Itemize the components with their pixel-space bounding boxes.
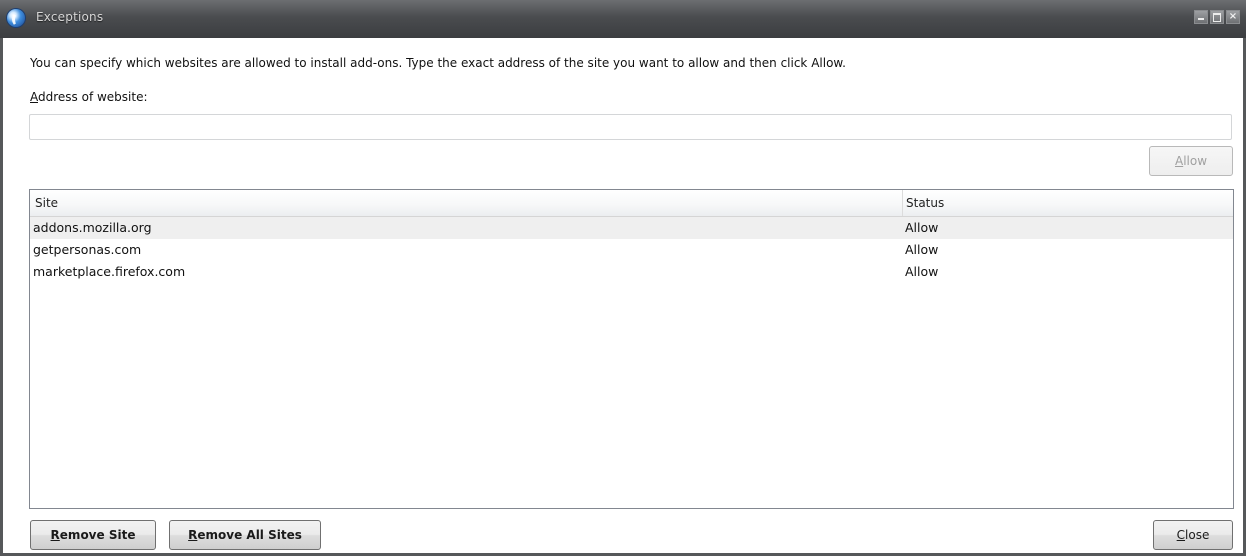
status-cell: Allow [905, 220, 939, 235]
window-title: Exceptions [36, 10, 104, 24]
site-cell: marketplace.firefox.com [33, 264, 186, 279]
address-label-accesskey: A [30, 90, 38, 104]
column-divider[interactable] [902, 190, 903, 216]
column-header-status[interactable]: Status [906, 190, 944, 216]
sites-list[interactable]: Site Status addons.mozilla.org Allow get… [29, 189, 1234, 509]
firefox-icon [7, 9, 25, 27]
title-bar[interactable]: Exceptions × [0, 0, 1246, 38]
table-row[interactable]: addons.mozilla.org Allow [30, 217, 1233, 239]
table-row[interactable]: marketplace.firefox.com Allow [30, 261, 1233, 283]
remove-all-label: emove All Sites [197, 528, 302, 542]
exceptions-dialog: Exceptions × You can specify which websi… [0, 0, 1246, 556]
instructions-text: You can specify which websites are allow… [30, 56, 846, 70]
remove-all-sites-button[interactable]: Remove All Sites [169, 520, 321, 550]
column-header-site[interactable]: Site [35, 190, 58, 216]
close-button[interactable]: Close [1153, 520, 1233, 550]
remove-all-accesskey: R [188, 528, 198, 542]
allow-accesskey: A [1174, 154, 1184, 168]
close-icon[interactable]: × [1226, 10, 1240, 24]
status-cell: Allow [905, 242, 939, 257]
allow-button[interactable]: Allow [1149, 146, 1233, 176]
maximize-icon[interactable] [1210, 10, 1224, 24]
remove-site-label: emove Site [59, 528, 136, 542]
allow-label: llow [1183, 154, 1208, 168]
site-cell: getpersonas.com [33, 242, 142, 257]
window-controls: × [1194, 10, 1240, 24]
site-cell: addons.mozilla.org [33, 220, 152, 235]
address-label: Address of website: [30, 90, 148, 104]
close-accesskey: C [1176, 528, 1186, 542]
address-input[interactable] [29, 114, 1232, 140]
address-label-text: ddress of website: [38, 90, 148, 104]
status-cell: Allow [905, 264, 939, 279]
minimize-icon[interactable] [1194, 10, 1208, 24]
table-row[interactable]: getpersonas.com Allow [30, 239, 1233, 261]
list-header: Site Status [30, 190, 1233, 217]
close-label: lose [1185, 528, 1210, 542]
remove-site-button[interactable]: Remove Site [30, 520, 156, 550]
remove-site-accesskey: R [50, 528, 60, 542]
